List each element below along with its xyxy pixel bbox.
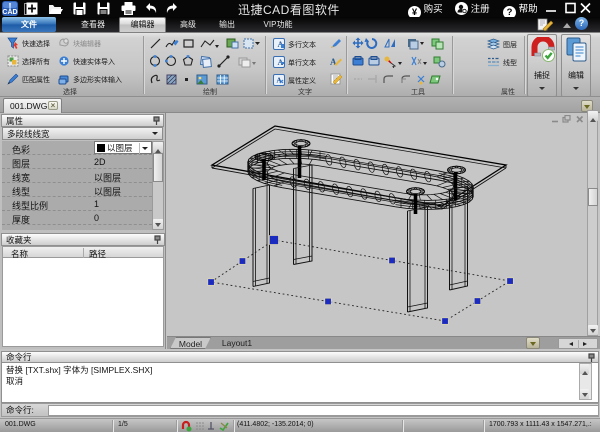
svg-text:CAD: CAD [2,9,17,16]
